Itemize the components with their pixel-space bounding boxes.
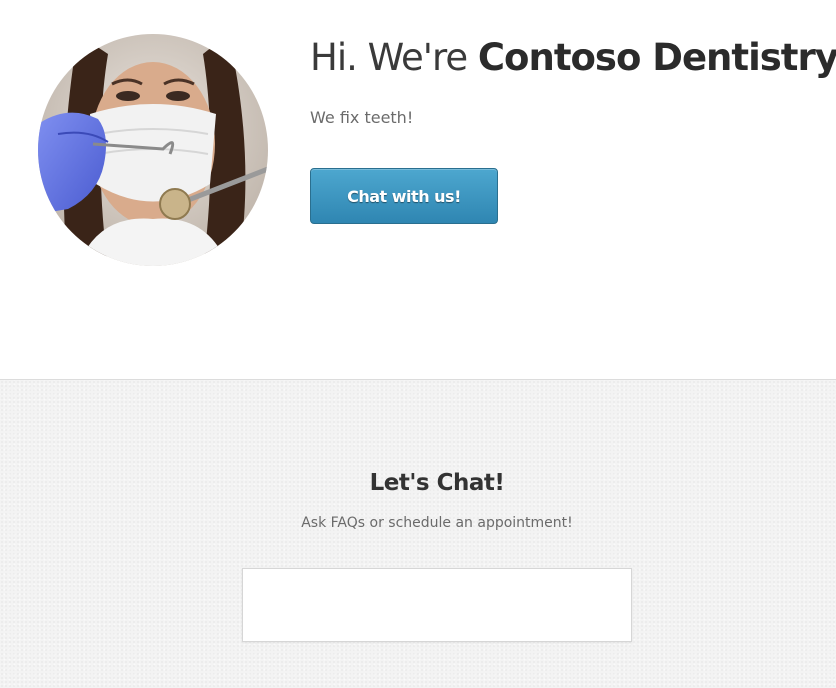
dentist-photo <box>38 34 268 266</box>
hero-section: Hi. We're Contoso Dentistry. We fix teet… <box>0 0 836 380</box>
chat-title: Let's Chat! <box>369 470 505 496</box>
chat-section: Let's Chat! Ask FAQs or schedule an appo… <box>0 380 836 688</box>
chat-subtitle: Ask FAQs or schedule an appointment! <box>301 515 573 531</box>
chat-widget-frame[interactable] <box>242 568 632 642</box>
chat-with-us-button[interactable]: Chat with us! <box>310 168 498 224</box>
dentist-photo-icon <box>38 34 268 266</box>
tagline: We fix teeth! <box>310 108 414 127</box>
greeting-text: Hi. We're <box>310 36 478 79</box>
brand-name: Contoso Dentistry <box>477 36 836 79</box>
page-title: Hi. We're Contoso Dentistry. <box>310 36 836 80</box>
